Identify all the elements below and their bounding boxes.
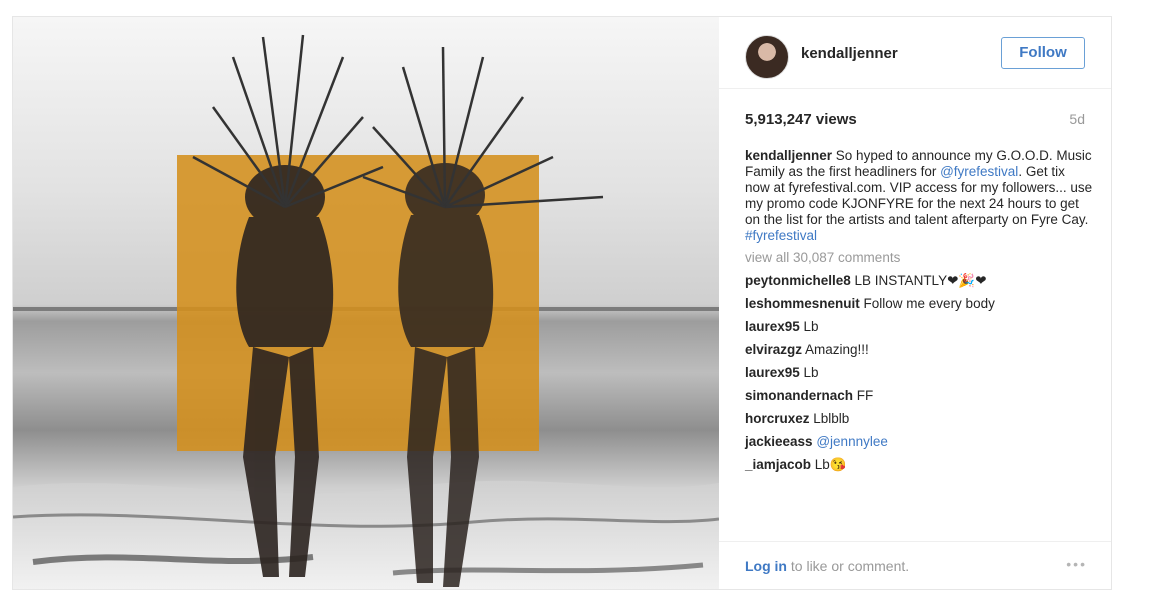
comment: laurex95 Lb [745,365,1093,381]
comment-username[interactable]: simonandernach [745,388,853,403]
comment-text: Lblblb [809,411,850,426]
comment-username[interactable]: leshommesnenuit [745,296,860,311]
login-prompt: Log in to like or comment. [745,558,909,574]
post-header: kendalljenner Follow [719,17,1111,89]
login-link[interactable]: Log in [745,558,787,574]
comment: laurex95 Lb [745,319,1093,335]
view-count: 5,913,247 views [745,111,857,128]
comment: elvirazgz Amazing!!! [745,342,1093,358]
comment-username[interactable]: laurex95 [745,365,800,380]
comment-username[interactable]: _iamjacob [745,457,811,472]
post-side-panel: kendalljenner Follow 5,913,247 views 5d … [719,17,1111,589]
comment-text: Lb [799,319,819,334]
comment: horcruxez Lblblb [745,411,1093,427]
comment-mention-link[interactable]: @jennnylee [816,434,888,449]
comment-text: LB INSTANTLY❤🎉❤ [850,273,987,288]
photo-illustration [13,34,719,589]
comment-username[interactable]: laurex95 [745,319,800,334]
comments-section: kendalljenner So hyped to announce my G.… [745,148,1093,480]
post-footer: Log in to like or comment. ••• [719,541,1111,589]
beach-sand [13,480,719,589]
avatar[interactable] [745,35,789,79]
caption-username[interactable]: kendalljenner [745,148,832,163]
view-all-comments-link[interactable]: view all 30,087 comments [745,250,1093,266]
post-age[interactable]: 5d [1069,111,1085,127]
post-photo[interactable] [13,17,719,589]
more-options-icon[interactable]: ••• [1066,556,1087,572]
comment-username[interactable]: horcruxez [745,411,810,426]
comment-text: Follow me every body [859,296,995,311]
comment-text: Lb😘 [811,457,847,472]
comment: leshommesnenuit Follow me every body [745,296,1093,312]
instagram-post-card: kendalljenner Follow 5,913,247 views 5d … [12,16,1112,590]
follow-button[interactable]: Follow [1001,37,1085,69]
comment-username[interactable]: jackieeass [745,434,813,449]
caption-hashtag-link[interactable]: #fyrefestival [745,228,817,243]
comment-username[interactable]: peytonmichelle8 [745,273,851,288]
caption-mention-link[interactable]: @fyrefestival [940,164,1018,179]
comment: _iamjacob Lb😘 [745,457,1093,473]
comment-username[interactable]: elvirazgz [745,342,802,357]
comment: simonandernach FF [745,388,1093,404]
comment: peytonmichelle8 LB INSTANTLY❤🎉❤ [745,273,1093,289]
comment: jackieeass @jennnylee [745,434,1093,450]
comment-text: FF [853,388,874,403]
comment-text: Lb [799,365,819,380]
login-prompt-text: to like or comment. [787,558,910,574]
post-username[interactable]: kendalljenner [801,45,898,62]
post-caption: kendalljenner So hyped to announce my G.… [745,148,1093,244]
comment-text: Amazing!!! [802,342,869,357]
